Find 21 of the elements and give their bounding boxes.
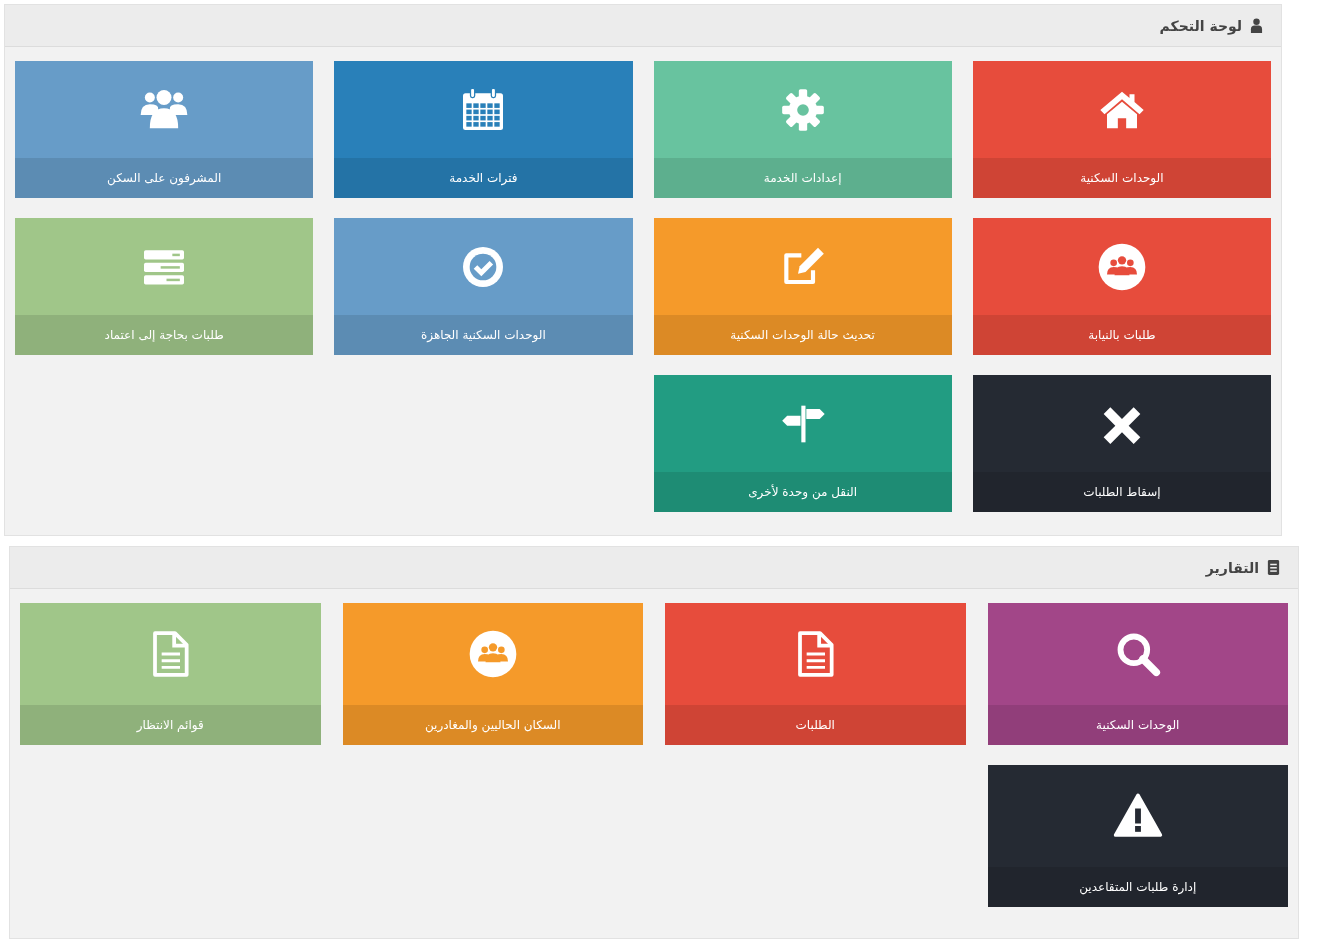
dashboard-tile[interactable]: الوحدات السكنية	[987, 603, 1288, 745]
group-circle-icon	[1096, 241, 1147, 292]
dashboard-tile[interactable]: فترات الخدمة	[334, 61, 633, 198]
dashboard-tile[interactable]: السكان الحاليين والمغادرين	[342, 603, 643, 745]
dashboard-tile[interactable]: المشرفون على السكن	[15, 61, 314, 198]
dashboard-tile[interactable]: الطلبات	[665, 603, 966, 745]
dashboard-tile[interactable]: النقل من وحدة لأخرى	[653, 375, 952, 512]
dashboard-tile[interactable]: إسقاط الطلبات	[972, 375, 1271, 512]
panel-title: التقارير	[1205, 559, 1259, 576]
dashboard-tile[interactable]: طلبات بحاجة إلى اعتماد	[15, 218, 314, 355]
dashboard-tile[interactable]: الوحدات السكنية	[972, 61, 1271, 198]
dashboard-tile[interactable]: الوحدات السكنية الجاهزة	[334, 218, 633, 355]
panel-title: لوحة التحكم	[1159, 17, 1242, 34]
user-icon	[1250, 18, 1263, 33]
dashboard-tile[interactable]: إدارة طلبات المتقاعدين	[987, 765, 1288, 907]
dashboard-tile[interactable]: إعدادات الخدمة	[653, 61, 952, 198]
list-icon	[1267, 560, 1280, 575]
group-circle-icon	[467, 629, 518, 679]
dashboard-tile[interactable]: طلبات بالنيابة	[972, 218, 1271, 355]
dashboard-tile[interactable]: تحديث حالة الوحدات السكنية	[653, 218, 952, 355]
dashboard-tile[interactable]: قوائم الانتظار	[20, 603, 321, 745]
